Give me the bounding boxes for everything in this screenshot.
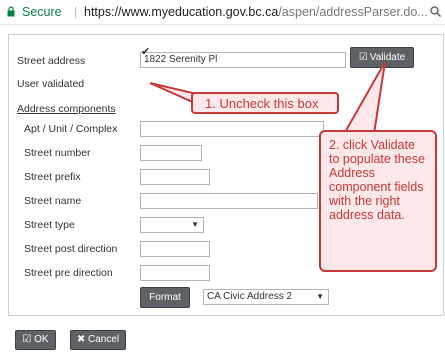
street-address-label: Street address [17, 55, 86, 67]
dropdown-arrow-icon: ▼ [191, 220, 199, 229]
street-name-input[interactable] [140, 193, 318, 209]
format-button[interactable]: Format [140, 287, 190, 308]
callout-click-validate: 2. click Validate to populate these Addr… [319, 130, 437, 272]
street-number-label: Street number [24, 147, 91, 159]
apt-unit-input[interactable] [140, 121, 324, 137]
url-text[interactable]: https://www.myeducation.gov.bc.ca/aspen/… [84, 0, 428, 24]
close-icon: ✖ [76, 334, 86, 345]
apt-unit-label: Apt / Unit / Complex [24, 123, 118, 135]
secure-label: Secure [22, 5, 62, 19]
street-number-input[interactable] [140, 145, 202, 161]
zoom-icon[interactable] [430, 6, 441, 17]
ok-button[interactable]: ☑ OK [15, 330, 56, 350]
format-select[interactable]: CA Civic Address 2 ▼ [203, 289, 329, 305]
browser-address-bar[interactable]: Secure | https://www.myeducation.gov.bc.… [0, 0, 445, 25]
street-address-input[interactable]: 1822 Serenity Pl [140, 52, 346, 68]
validate-button-label: Validate [369, 52, 406, 63]
validate-button[interactable]: ☑ Validate [350, 47, 414, 68]
street-prefix-label: Street prefix [24, 171, 81, 183]
cancel-button-label: Cancel [88, 334, 120, 345]
url-path: /aspen/addressParser.do... [278, 5, 428, 19]
street-post-direction-input[interactable] [140, 241, 210, 257]
user-validated-checkbox[interactable]: ✔ [141, 47, 151, 58]
address-separator: | [74, 5, 78, 19]
dropdown-arrow-icon: ▼ [316, 292, 324, 301]
street-prefix-input[interactable] [140, 169, 210, 185]
check-square-icon: ☑ [22, 334, 32, 345]
cancel-button[interactable]: ✖ Cancel [70, 330, 126, 350]
lock-icon [7, 6, 15, 17]
check-square-icon: ☑ [358, 52, 368, 63]
callout-uncheck: 1. Uncheck this box [191, 92, 339, 114]
street-pre-direction-input[interactable] [140, 265, 210, 281]
url-host: https://www.myeducation.gov.bc.ca [84, 5, 279, 19]
user-validated-label: User validated [17, 78, 85, 90]
street-name-label: Street name [24, 195, 82, 207]
street-post-direction-label: Street post direction [24, 243, 118, 255]
street-pre-direction-label: Street pre direction [24, 267, 113, 279]
street-type-label: Street type [24, 219, 75, 231]
street-type-select[interactable]: ▼ [140, 217, 204, 233]
address-components-heading: Address components [17, 103, 116, 115]
format-select-value: CA Civic Address 2 [207, 291, 293, 302]
ok-button-label: OK [34, 334, 49, 345]
